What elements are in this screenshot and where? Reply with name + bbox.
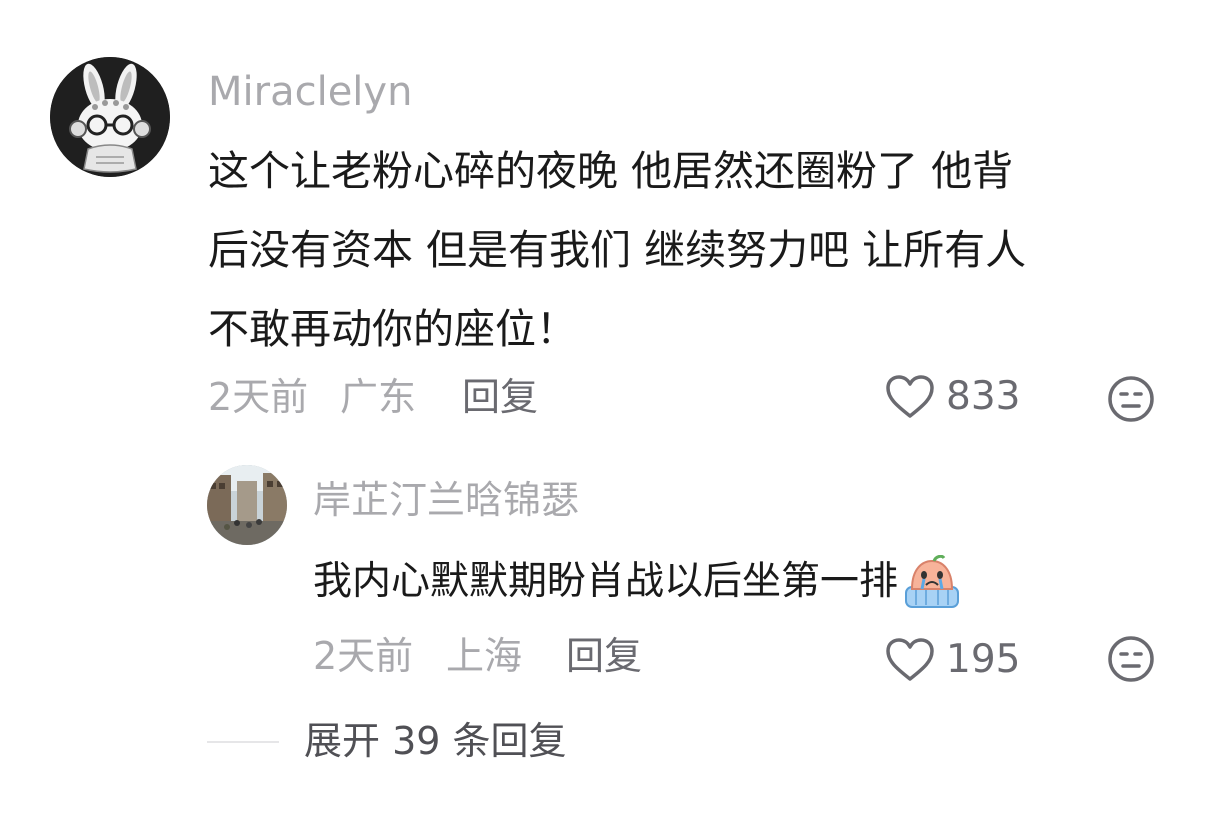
reply-location: 上海: [446, 634, 523, 678]
like-button[interactable]: 195: [884, 637, 1020, 683]
comment-line: 不敢再动你的座位！: [208, 305, 577, 353]
meh-face-icon: [1108, 376, 1154, 422]
comment-line: 这个让老粉心碎的夜晚 他居然还圈粉了 他背: [208, 147, 1014, 195]
reply-time: 2天前: [313, 634, 414, 678]
comment-line: 后没有资本 但是有我们 继续努力吧 让所有人: [208, 226, 1027, 274]
comment-time: 2天前: [208, 375, 309, 419]
street-photo-avatar: [207, 465, 287, 545]
comment-location: 广东: [340, 375, 417, 419]
comment-username[interactable]: Miraclelyn: [208, 68, 412, 116]
like-count: 833: [946, 374, 1021, 419]
crying-emoji-icon: [905, 555, 960, 608]
avatar[interactable]: [50, 57, 170, 177]
expand-replies-button[interactable]: 展开 39 条回复: [304, 718, 567, 764]
comment-body: 这个让老粉心碎的夜晚 他居然还圈粉了 他背 后没有资本 但是有我们 继续努力吧 …: [208, 132, 1026, 369]
heart-icon: [886, 375, 934, 418]
dislike-button[interactable]: [1106, 634, 1156, 688]
reply-username[interactable]: 岸芷汀兰晗锦瑟: [313, 477, 579, 523]
reply-text: 我内心默默期盼肖战以后坐第一排: [313, 559, 899, 604]
reply-button[interactable]: 回复: [462, 374, 538, 420]
like-count: 195: [946, 637, 1021, 682]
divider: [207, 741, 279, 743]
heart-icon: [886, 638, 934, 681]
bunny-avatar-icon: [50, 57, 170, 177]
reply-button[interactable]: 回复: [566, 633, 642, 679]
dislike-button[interactable]: [1106, 374, 1156, 428]
meh-face-icon: [1108, 636, 1154, 682]
reply-body: 我内心默默期盼肖战以后坐第一排: [313, 555, 962, 609]
like-button[interactable]: 833: [884, 374, 1020, 420]
avatar[interactable]: [207, 465, 287, 545]
